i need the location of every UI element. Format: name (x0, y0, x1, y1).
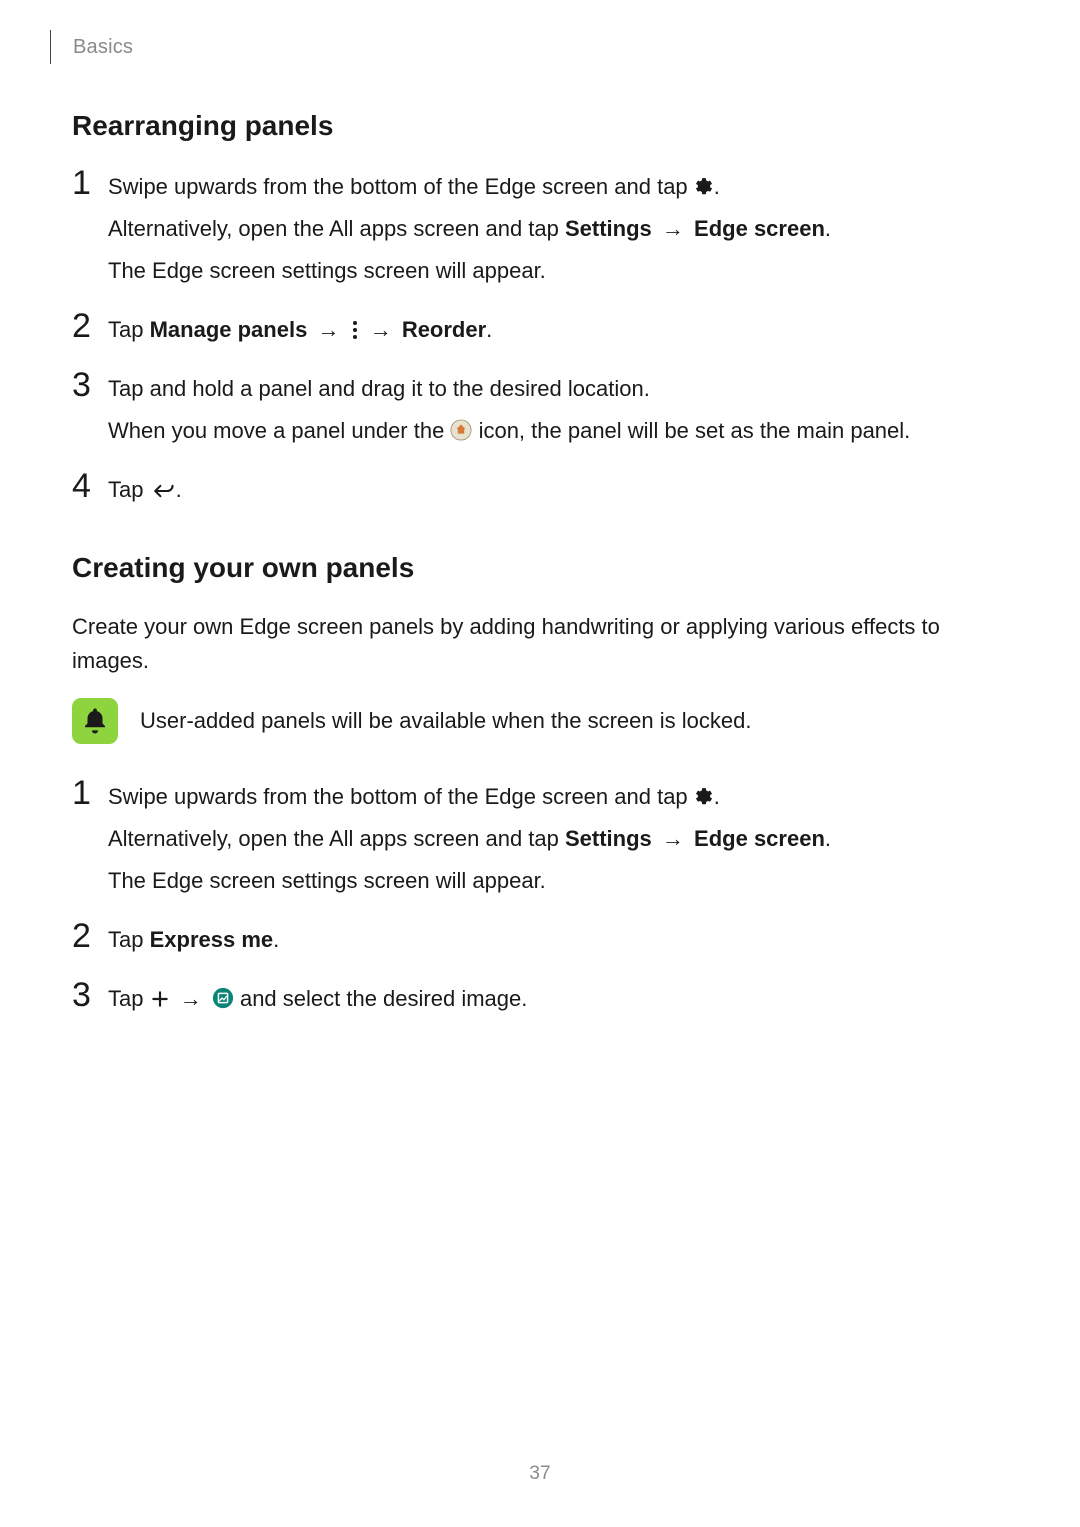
step-body: Tap . (108, 471, 1008, 514)
step-body: Tap → and select the desired image. (108, 980, 1008, 1023)
home-circle-icon (450, 419, 472, 441)
arrow-icon: → (317, 317, 339, 342)
back-icon (150, 482, 176, 500)
text-bold: Manage panels (150, 317, 308, 342)
text-bold: Edge screen (694, 216, 825, 241)
manual-page: Basics Rearranging panels 1 Swipe upward… (0, 0, 1080, 1527)
step-item: 2 Tap Manage panels → → Reorder. (72, 311, 1008, 354)
step-item: 2 Tap Express me. (72, 921, 1008, 964)
step-number: 2 (72, 311, 102, 341)
step-item: 4 Tap . (72, 471, 1008, 514)
text: . (176, 477, 182, 502)
text: When you move a panel under the (108, 418, 450, 443)
plus-icon (150, 989, 170, 1009)
step-number: 1 (72, 778, 102, 808)
arrow-icon: → (370, 317, 392, 342)
note-text: User-added panels will be available when… (140, 706, 751, 736)
section-title-creating: Creating your own panels (72, 552, 1008, 584)
text: Tap (108, 477, 150, 502)
text: . (714, 174, 720, 199)
text: Tap and hold a panel and drag it to the … (108, 371, 1008, 407)
text-bold: Settings (565, 216, 652, 241)
text: . (273, 927, 279, 952)
text: Tap (108, 927, 150, 952)
step-item: 1 Swipe upwards from the bottom of the E… (72, 778, 1008, 905)
more-options-icon (350, 320, 360, 340)
text: . (486, 317, 492, 342)
text: . (825, 216, 831, 241)
text: Swipe upwards from the bottom of the Edg… (108, 784, 694, 809)
text: Tap (108, 317, 150, 342)
intro-text: Create your own Edge screen panels by ad… (72, 610, 1008, 678)
text: Alternatively, open the All apps screen … (108, 216, 565, 241)
header-divider (50, 30, 51, 64)
text-bold: Express me (150, 927, 274, 952)
header-section-label: Basics (73, 36, 133, 59)
text: The Edge screen settings screen will app… (108, 253, 1008, 289)
step-number: 3 (72, 980, 102, 1010)
text-bold: Edge screen (694, 826, 825, 851)
page-number: 37 (0, 1463, 1080, 1485)
step-number: 1 (72, 168, 102, 198)
gear-icon (694, 177, 714, 197)
step-number: 3 (72, 370, 102, 400)
text: . (714, 784, 720, 809)
text: icon, the panel will be set as the main … (472, 418, 910, 443)
arrow-icon: → (180, 986, 202, 1011)
step-body: Tap Express me. (108, 921, 1008, 964)
step-body: Tap and hold a panel and drag it to the … (108, 370, 1008, 455)
note-bell-icon (72, 698, 118, 744)
section-title-rearranging: Rearranging panels (72, 110, 1008, 142)
step-number: 4 (72, 471, 102, 501)
text-bold: Settings (565, 826, 652, 851)
note-callout: User-added panels will be available when… (72, 698, 1008, 744)
steps-rearranging: 1 Swipe upwards from the bottom of the E… (72, 168, 1008, 514)
text: . (825, 826, 831, 851)
step-body: Tap Manage panels → → Reorder. (108, 311, 1008, 354)
step-item: 3 Tap and hold a panel and drag it to th… (72, 370, 1008, 455)
text: and select the desired image. (234, 986, 528, 1011)
image-circle-icon (212, 987, 234, 1009)
step-item: 3 Tap → and select the desired image. (72, 980, 1008, 1023)
text: Swipe upwards from the bottom of the Edg… (108, 174, 694, 199)
text: Alternatively, open the All apps screen … (108, 826, 565, 851)
arrow-icon: → (662, 826, 684, 851)
step-number: 2 (72, 921, 102, 951)
arrow-icon: → (662, 216, 684, 241)
text: The Edge screen settings screen will app… (108, 863, 1008, 899)
step-item: 1 Swipe upwards from the bottom of the E… (72, 168, 1008, 295)
gear-icon (694, 787, 714, 807)
step-body: Swipe upwards from the bottom of the Edg… (108, 778, 1008, 905)
page-header: Basics (72, 30, 1008, 64)
text: Tap (108, 986, 150, 1011)
steps-creating: 1 Swipe upwards from the bottom of the E… (72, 778, 1008, 1023)
step-body: Swipe upwards from the bottom of the Edg… (108, 168, 1008, 295)
text-bold: Reorder (402, 317, 486, 342)
